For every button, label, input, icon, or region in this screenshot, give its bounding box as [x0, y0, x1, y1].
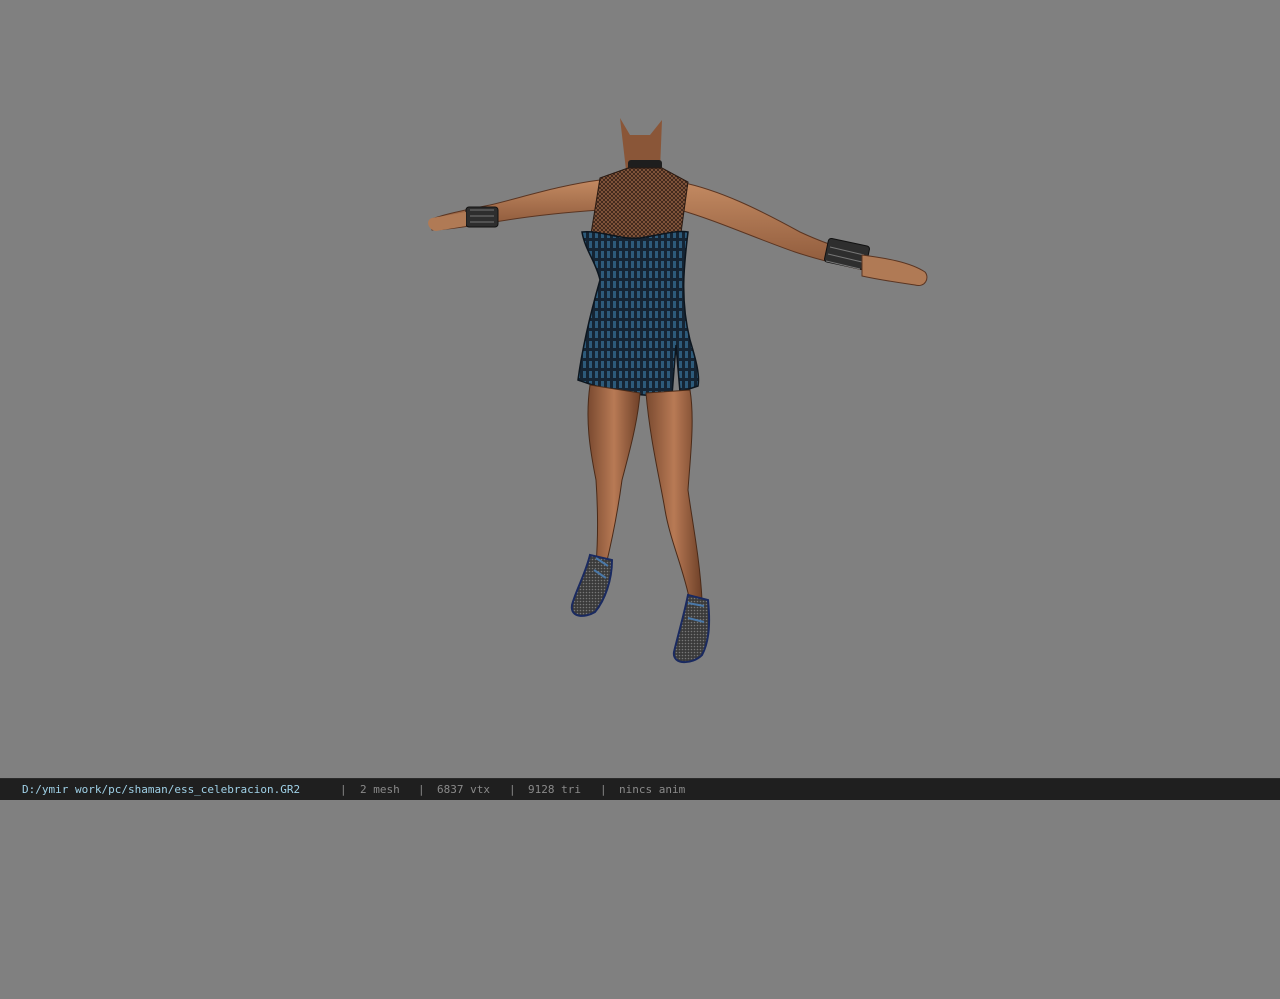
- status-bar: D:/ymir work/pc/shaman/ess_celebracion.G…: [0, 778, 1280, 800]
- file-path: D:/ymir work/pc/shaman/ess_celebracion.G…: [22, 783, 301, 796]
- animation-status: nincs anim: [619, 783, 686, 796]
- vertex-count: 6837 vtx: [437, 783, 490, 796]
- left-leg: [587, 384, 641, 566]
- separator: |: [418, 783, 425, 796]
- separator: |: [600, 783, 607, 796]
- separator: |: [509, 783, 516, 796]
- separator: |: [340, 783, 347, 796]
- dress: [577, 230, 700, 397]
- torso-mesh: [589, 167, 689, 241]
- right-hand: [861, 254, 928, 287]
- triangle-count: 9128 tri: [528, 783, 581, 796]
- right-leg: [645, 389, 703, 603]
- mesh-count: 2 mesh: [360, 783, 400, 796]
- character-model[interactable]: [0, 0, 1280, 778]
- 3d-viewport[interactable]: [0, 0, 1280, 778]
